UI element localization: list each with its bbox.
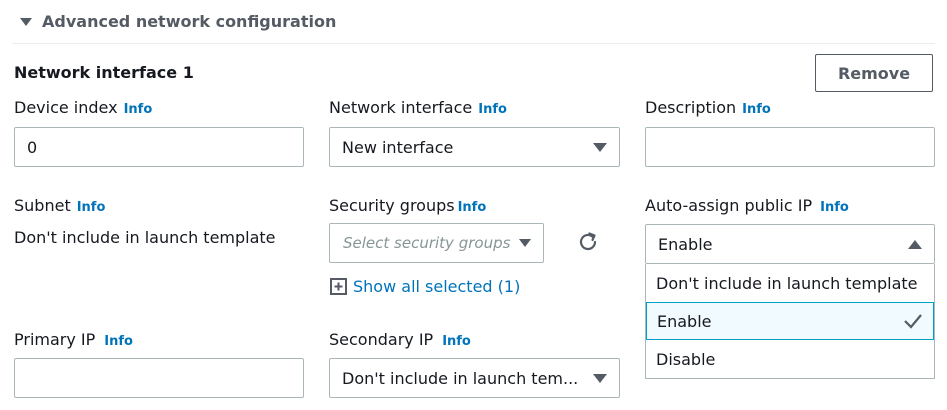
caret-down-icon	[593, 373, 607, 383]
security-groups-select[interactable]: Select security groups	[329, 223, 544, 263]
subnet-value: Don't include in launch template	[14, 228, 276, 247]
caret-down-icon	[20, 17, 32, 26]
security-groups-info-link[interactable]: Info	[458, 200, 487, 215]
auto-assign-info-link[interactable]: Info	[820, 200, 849, 215]
subnet-info-link[interactable]: Info	[77, 200, 106, 215]
subnet-label: Subnet Info	[14, 196, 106, 215]
plus-square-icon	[330, 278, 347, 295]
refresh-icon[interactable]	[576, 230, 600, 254]
caret-down-icon	[519, 239, 531, 247]
dropdown-option[interactable]: Don't include in launch template	[646, 264, 934, 302]
description-input[interactable]	[645, 127, 935, 167]
network-interface-select[interactable]: New interface	[329, 127, 620, 167]
remove-button[interactable]: Remove	[815, 54, 933, 92]
secondary-ip-select[interactable]: Don't include in launch tem...	[329, 358, 620, 398]
device-index-label: Device index Info	[14, 98, 153, 117]
security-groups-label: Security groups Info	[329, 196, 487, 215]
secondary-ip-label: Secondary IP Info	[329, 330, 471, 349]
description-info-link[interactable]: Info	[742, 102, 771, 117]
auto-assign-select[interactable]: Enable	[645, 224, 935, 264]
network-interface-title: Network interface 1	[14, 63, 194, 82]
secondary-ip-info-link[interactable]: Info	[442, 334, 471, 349]
advanced-network-toggle[interactable]: Advanced network configuration	[20, 12, 336, 31]
auto-assign-dropdown: Don't include in launch template Enable …	[645, 264, 935, 379]
device-index-input[interactable]: 0	[14, 127, 304, 167]
primary-ip-info-link[interactable]: Info	[104, 334, 133, 349]
section-divider	[12, 43, 935, 44]
auto-assign-label: Auto-assign public IP Info	[645, 196, 849, 215]
device-index-info-link[interactable]: Info	[124, 102, 153, 117]
primary-ip-label: Primary IP Info	[14, 330, 133, 349]
dropdown-option[interactable]: Disable	[646, 340, 934, 378]
description-label: Description Info	[645, 98, 771, 117]
check-icon	[904, 314, 922, 329]
dropdown-option-selected[interactable]: Enable	[646, 302, 934, 340]
caret-up-icon	[908, 239, 922, 249]
caret-down-icon	[593, 142, 607, 152]
network-interface-info-link[interactable]: Info	[478, 102, 507, 117]
primary-ip-input[interactable]	[14, 358, 304, 398]
network-interface-label: Network interface Info	[329, 98, 507, 117]
section-title: Advanced network configuration	[42, 12, 337, 31]
show-all-selected-toggle[interactable]: Show all selected (1)	[330, 277, 520, 296]
